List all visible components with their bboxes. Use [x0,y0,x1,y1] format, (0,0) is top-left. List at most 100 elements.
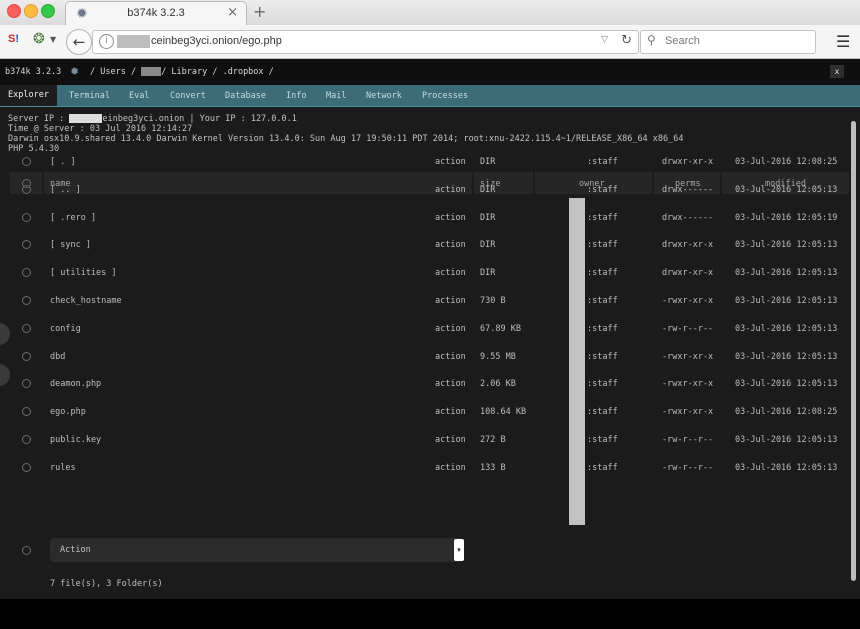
action-row-radio[interactable] [22,546,31,555]
file-name[interactable]: [ sync ] [50,240,91,250]
action-link[interactable]: action [435,407,466,417]
file-name[interactable]: [ .rero ] [50,213,96,223]
row-select-radio[interactable] [22,435,31,444]
url-text[interactable]: ceinbeg3yci.onion/ego.php [151,35,282,47]
tab-processes[interactable]: Processes [422,91,468,101]
file-size: DIR [480,184,496,195]
tab-convert[interactable]: Convert [170,91,206,101]
action-select[interactable]: Action ▾ [50,538,464,562]
row-select-radio[interactable] [22,268,31,278]
tab-database[interactable]: Database [225,91,266,101]
reload-icon[interactable]: ↻ [621,33,632,48]
table-row[interactable]: public.key action 272 B:staff -rw-r--r-- 03-… [0,429,860,449]
chevron-down-icon[interactable]: ▼ [50,35,56,44]
row-select-radio[interactable] [22,379,31,389]
file-name[interactable]: deamon.php [50,379,101,389]
file-name[interactable]: ego.php [50,407,86,417]
breadcrumb-prefix[interactable]: / Users / [90,67,136,77]
action-link[interactable]: action [435,157,466,167]
file-name[interactable]: config [50,324,81,334]
table-row[interactable]: [ . ] action DIR:staff drwxr-xr-x 03-Jul-201… [0,151,860,171]
zoom-window-button[interactable] [41,4,55,18]
close-button[interactable]: x [830,65,844,78]
table-row[interactable]: check_hostname action 730 B:staff -rwxr-xr-… [0,290,860,310]
action-link[interactable]: action [435,268,466,278]
action-link[interactable]: action [435,463,466,473]
file-size: DIR [480,240,496,251]
tab-close-icon[interactable]: × [227,5,238,20]
search-input[interactable]: ⚲ Search [640,30,816,54]
file-perms: drwxr-xr-x [662,240,714,251]
action-link[interactable]: action [435,352,466,362]
file-name[interactable]: dbd [50,352,65,362]
file-owner: :staff [587,157,618,167]
minimize-window-button[interactable] [24,4,38,18]
file-size: 272 B [480,435,506,445]
extension-globe-icon[interactable]: ❂ [33,31,45,47]
row-select-radio[interactable] [22,157,31,166]
file-name[interactable]: [ .. ] [50,185,81,195]
row-select-radio[interactable] [22,351,31,361]
action-link[interactable]: action [435,185,466,195]
table-row[interactable]: rules action 133 B:staff -rw-r--r-- 03-Jul-2… [0,457,860,477]
tab-explorer[interactable]: Explorer [0,85,57,106]
select-arrow-icon[interactable]: ▾ [454,539,464,561]
table-row[interactable]: [ utilities ] action DIR:staff drwxr-xr-x 03… [0,262,860,282]
tab-info[interactable]: Info [286,91,306,101]
file-name[interactable]: rules [50,463,76,473]
breadcrumb[interactable]: / Users / / Library / .dropbox / [90,67,274,77]
file-name[interactable]: [ . ] [50,157,76,167]
tab-mail[interactable]: Mail [326,91,346,101]
file-name[interactable]: check_hostname [50,296,122,306]
table-row[interactable]: config action 67.89 KB:staff -rw-r--r-- 03-J… [0,318,860,338]
row-select-radio[interactable] [22,323,31,333]
action-link[interactable]: action [435,213,466,223]
file-owner: :staff [587,379,618,390]
table-row[interactable]: [ sync ] action DIR:staff drwxr-xr-x 03-Jul-… [0,234,860,254]
table-row[interactable]: deamon.php action 2.06 KB:staff -rwxr-xr-x 0… [0,373,860,393]
table-row[interactable]: dbd action 9.55 MB:staff -rwxr-xr-x 03-Jul-2… [0,346,860,366]
url-bar[interactable]: i ceinbeg3yci.onion/ego.php ▽ ↻ [92,30,639,54]
row-select-radio[interactable] [22,462,31,472]
back-button[interactable]: ← [66,29,92,55]
new-tab-button[interactable]: + [253,2,266,21]
row-select-radio[interactable] [22,407,31,417]
vertical-scrollbar[interactable] [851,121,856,581]
tab-eval[interactable]: Eval [129,91,149,101]
file-owner: :staff [587,435,618,445]
action-link[interactable]: action [435,296,466,306]
browser-tab[interactable]: ✹ b374k 3.2.3 × [65,1,247,26]
file-modified: 03-Jul-2016 12:05:13 [735,323,838,334]
file-name[interactable]: public.key [50,435,101,445]
file-size: DIR [480,212,496,223]
url-dropdown-icon[interactable]: ▽ [601,35,608,45]
close-window-button[interactable] [7,4,21,18]
table-row[interactable]: ego.php action 108.64 KB:staff -rwxr-xr-x 03… [0,401,860,421]
file-owner: :staff [587,462,618,473]
tab-terminal[interactable]: Terminal [69,91,110,101]
search-placeholder: Search [665,35,700,47]
row-select-radio[interactable] [22,184,31,194]
row-select-radio[interactable] [22,212,31,222]
action-link[interactable]: action [435,435,466,445]
breadcrumb-suffix[interactable]: / Library / .dropbox / [161,67,274,77]
file-name[interactable]: [ utilities ] [50,268,117,278]
action-link[interactable]: action [435,379,466,389]
hamburger-menu-icon[interactable]: ☰ [836,32,850,51]
file-modified: 03-Jul-2016 12:05:13 [735,240,838,251]
action-link[interactable]: action [435,240,466,250]
shell-name[interactable]: b374k 3.2.3 [5,67,61,77]
file-perms: drwxr-xr-x [662,268,714,279]
browser-tab-bar: ✹ b374k 3.2.3 × + [0,0,860,26]
extension-s-icon[interactable]: S! [8,33,19,45]
table-row[interactable]: [ .rero ] action DIR:staff drwx------ 03-Jul… [0,207,860,227]
tab-network[interactable]: Network [366,91,402,101]
action-link[interactable]: action [435,324,466,334]
file-perms: -rwxr-xr-x [662,351,714,362]
file-size: 9.55 MB [480,351,516,362]
info-icon[interactable]: i [99,34,114,49]
row-select-radio[interactable] [22,240,31,250]
file-modified: 03-Jul-2016 12:08:25 [735,157,838,167]
row-select-radio[interactable] [22,296,31,305]
table-row[interactable]: [ .. ] action DIR:staff drwx------ 03-Jul-20… [0,179,860,199]
